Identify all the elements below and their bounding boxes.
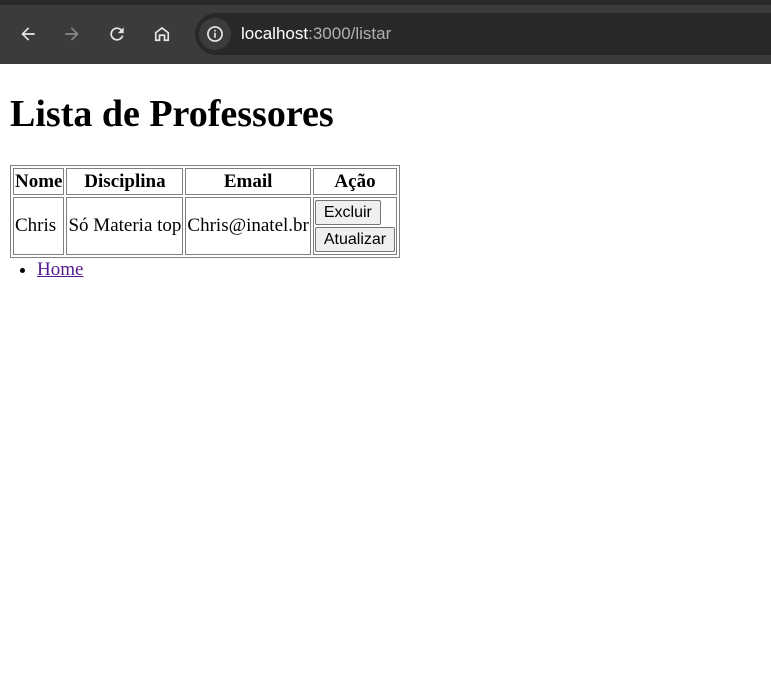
cell-disciplina: Só Materia top	[66, 197, 184, 255]
info-icon	[207, 26, 223, 42]
forward-button[interactable]	[57, 19, 87, 49]
update-button[interactable]: Atualizar	[314, 227, 396, 252]
cell-nome: Chris	[13, 197, 65, 255]
professors-table: Nome Disciplina Email Ação Chris Só Mate…	[10, 165, 401, 258]
delete-button[interactable]: Excluir	[314, 200, 381, 225]
browser-toolbar: localhost:3000/listar	[0, 0, 771, 64]
column-header-acao: Ação	[312, 168, 398, 195]
home-icon	[154, 26, 170, 42]
url-host: localhost	[241, 24, 309, 43]
reload-button[interactable]	[102, 19, 132, 49]
page-title: Lista de Professores	[10, 93, 334, 135]
list-item: Home	[37, 258, 83, 282]
home-button[interactable]	[147, 19, 177, 49]
nav-list: Home	[0, 258, 83, 282]
site-info-button[interactable]	[199, 18, 231, 50]
arrow-left-icon	[21, 27, 35, 41]
table-row: Chris Só Materia top Chris@inatel.br Exc…	[13, 197, 398, 255]
column-header-disciplina: Disciplina	[66, 168, 184, 195]
home-link[interactable]: Home	[37, 259, 83, 280]
table-header-row: Nome Disciplina Email Ação	[13, 168, 398, 195]
reload-icon	[110, 27, 124, 41]
arrow-right-icon	[65, 27, 79, 41]
address-bar[interactable]: localhost:3000/listar	[195, 13, 771, 55]
url-text[interactable]: localhost:3000/listar	[241, 24, 391, 44]
url-path: :3000/listar	[308, 24, 392, 43]
page-content: Lista de Professores Nome Disciplina Ema…	[0, 64, 771, 692]
back-button[interactable]	[13, 19, 43, 49]
cell-email: Chris@inatel.br	[185, 197, 311, 255]
column-header-nome: Nome	[13, 168, 65, 195]
cell-actions: Excluir Atualizar	[312, 197, 398, 255]
column-header-email: Email	[185, 168, 311, 195]
